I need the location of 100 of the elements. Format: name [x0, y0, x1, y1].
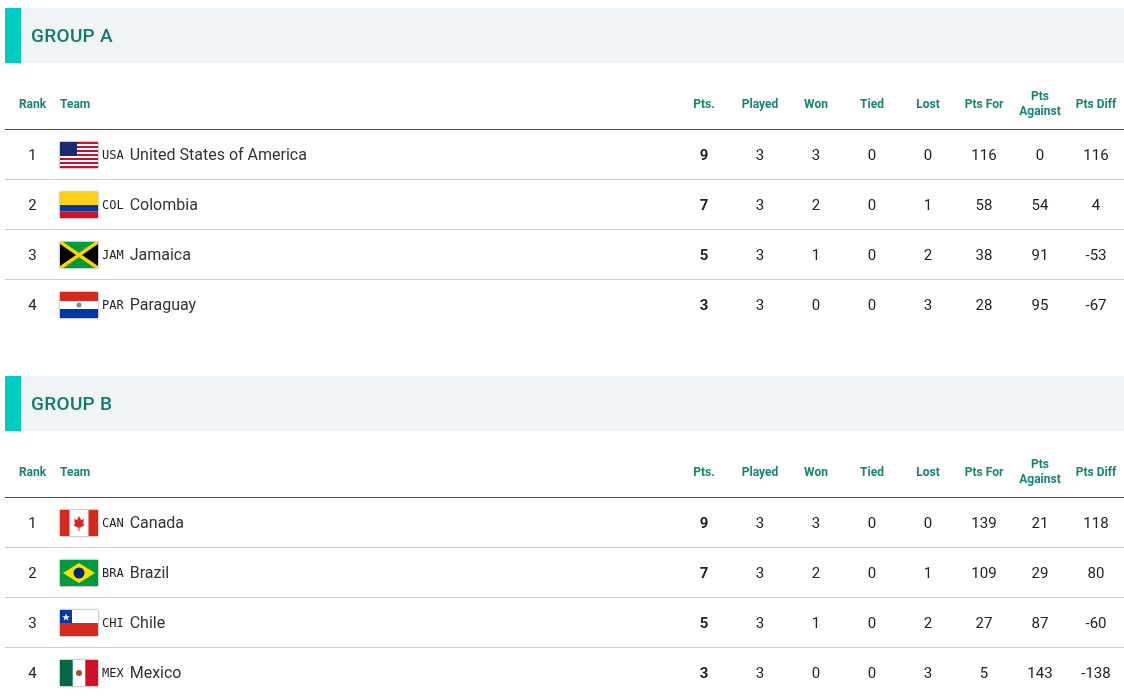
played-cell-text: 3: [754, 563, 766, 582]
rank-cell-text: 1: [27, 145, 38, 164]
team-name: Colombia: [129, 195, 198, 214]
flag-icon: [60, 241, 98, 268]
pts-against-cell-text: 91: [1030, 245, 1050, 264]
rank-cell-text: 2: [27, 195, 38, 214]
flag-icon: [60, 509, 98, 536]
won-header: Won: [803, 96, 829, 112]
flag-icon: [60, 141, 98, 168]
pts-for-cell-text: 38: [974, 245, 994, 264]
pts-diff-cell-text: 116: [1082, 145, 1110, 164]
pts-for-cell-text: 58: [974, 195, 994, 214]
pts-against-cell-text: 21: [1030, 513, 1050, 532]
won-cell-text: 3: [810, 513, 822, 532]
team-code: JAM: [102, 247, 124, 262]
played-cell-text: 3: [754, 245, 766, 264]
tied-cell-text: 0: [866, 145, 878, 164]
rank-header: Rank: [17, 96, 48, 112]
pts-for-cell-text: 116: [970, 145, 998, 164]
team-name: United States of America: [129, 145, 307, 164]
played-cell-text: 3: [754, 195, 766, 214]
team-header: Team: [60, 464, 92, 480]
won-cell-text: 3: [810, 145, 822, 164]
played-cell-text: 3: [754, 295, 766, 314]
points-for-header: Pts For: [963, 96, 1005, 112]
lost-cell-text: 0: [922, 145, 934, 164]
pts-cell-text: 5: [698, 245, 710, 264]
pts-cell-text: 3: [698, 663, 710, 682]
won-cell-text: 1: [810, 613, 822, 632]
pts-diff-cell-text: 118: [1082, 513, 1110, 532]
pts-for-cell-text: 109: [970, 563, 998, 582]
points-diff-header: Pts Diff: [1074, 464, 1118, 480]
lost-cell-text: 0: [922, 513, 934, 532]
pts-against-cell-text: 29: [1030, 563, 1050, 582]
pts-against-cell-text: 95: [1030, 295, 1050, 314]
played-cell-text: 3: [754, 663, 766, 682]
pts-cell-text: 9: [698, 513, 710, 532]
points-diff-header: Pts Diff: [1074, 96, 1118, 112]
lost-cell-text: 1: [922, 563, 934, 582]
team-code: CHI: [102, 615, 124, 630]
won-cell-text: 2: [810, 563, 822, 582]
tied-header: Tied: [859, 96, 885, 112]
team-code: USA: [102, 147, 124, 162]
tied-header: Tied: [859, 464, 885, 480]
played-header: Played: [740, 464, 780, 480]
pts-against-cell-text: 0: [1034, 145, 1046, 164]
flag-icon: [60, 291, 98, 318]
flag-icon: [60, 609, 98, 636]
won-cell-text: 0: [810, 295, 822, 314]
rank-cell-text: 3: [27, 245, 38, 264]
pts-cell-text: 7: [698, 563, 710, 582]
tied-cell-text: 0: [866, 295, 878, 314]
group-title: GROUP A: [31, 24, 113, 47]
pts-against-cell-text: 143: [1026, 663, 1054, 682]
tied-cell-text: 0: [866, 195, 878, 214]
team-name: Canada: [129, 513, 185, 532]
points-header: Pts.: [692, 96, 716, 112]
pts-cell-text: 3: [698, 295, 710, 314]
won-cell-text: 0: [810, 663, 822, 682]
won-header: Won: [803, 464, 829, 480]
pts-diff-cell-text: -60: [1084, 613, 1108, 632]
lost-header: Lost: [915, 464, 941, 480]
pts-diff-cell-text: -138: [1080, 663, 1112, 682]
pts-against-cell-text: 54: [1030, 195, 1050, 214]
team-code: MEX: [102, 665, 124, 680]
flag-icon: [60, 559, 98, 586]
points-header: Pts.: [692, 464, 716, 480]
lost-cell-text: 3: [922, 295, 934, 314]
rank-cell-text: 1: [27, 513, 38, 532]
played-header: Played: [740, 96, 780, 112]
played-cell-text: 3: [754, 613, 766, 632]
pts-diff-cell-text: 4: [1090, 195, 1102, 214]
pts-cell-text: 5: [698, 613, 710, 632]
pts-diff-cell-text: -67: [1084, 295, 1108, 314]
pts-for-cell-text: 139: [970, 513, 998, 532]
team-name: Jamaica: [129, 245, 191, 264]
tied-cell-text: 0: [866, 563, 878, 582]
pts-for-cell-text: 5: [978, 663, 990, 682]
group-title: GROUP B: [31, 392, 113, 415]
tied-cell-text: 0: [866, 613, 878, 632]
pts-diff-cell-text: -53: [1084, 245, 1108, 264]
pts-for-cell-text: 28: [974, 295, 994, 314]
team-name: Chile: [129, 613, 166, 632]
lost-cell-text: 2: [922, 613, 934, 632]
flag-icon: [60, 659, 98, 686]
team-code: COL: [102, 197, 124, 212]
pts-cell-text: 9: [698, 145, 710, 164]
lost-header: Lost: [915, 96, 941, 112]
team-code: BRA: [102, 565, 124, 580]
rank-cell-text: 4: [27, 663, 38, 682]
tied-cell-text: 0: [866, 663, 878, 682]
pts-against-cell-text: 87: [1030, 613, 1050, 632]
rank-header: Rank: [17, 464, 48, 480]
pts-cell-text: 7: [698, 195, 710, 214]
rank-cell-text: 2: [27, 563, 38, 582]
lost-cell-text: 1: [922, 195, 934, 214]
tied-cell-text: 0: [866, 513, 878, 532]
team-name: Mexico: [129, 663, 182, 682]
points-against-header: Pts Against: [1018, 89, 1062, 119]
won-cell-text: 1: [810, 245, 822, 264]
